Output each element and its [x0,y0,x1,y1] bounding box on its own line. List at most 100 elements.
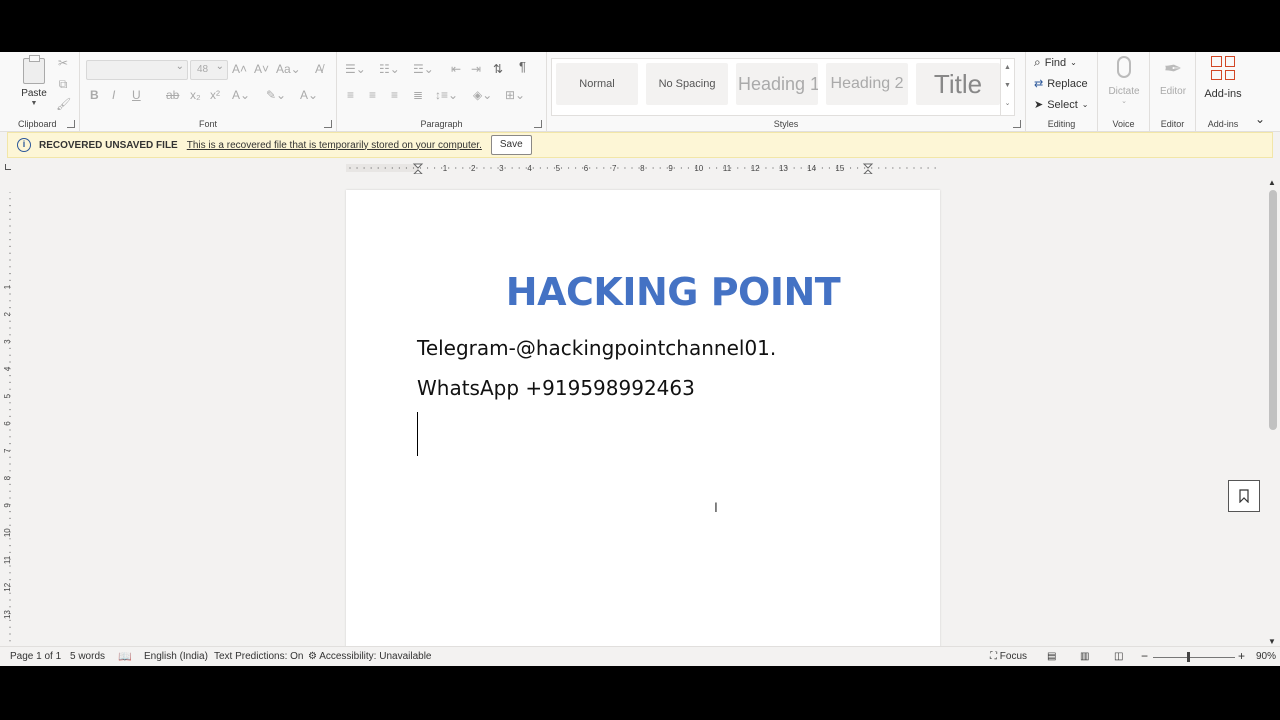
focus-button[interactable]: ⛶ Focus [990,651,1027,662]
bold-icon[interactable]: B [90,88,99,102]
format-painter-icon[interactable]: 🖌 [56,97,71,111]
decrease-indent-icon[interactable]: ⇤ [451,62,461,76]
accessibility-status[interactable]: ⚙ Accessibility: Unavailable [308,651,431,662]
style-normal[interactable]: Normal [556,63,638,105]
ruler-number: 6 [584,164,589,173]
subscript-icon[interactable]: x₂ [190,88,201,102]
cut-icon[interactable]: ✂ [56,56,70,70]
select-button[interactable]: ➤ Select ⌄ [1034,98,1089,112]
document-line-telegram[interactable]: Telegram-@hackingpointchannel01. [417,336,776,360]
tab-selector-icon[interactable] [5,164,11,170]
bookmark-button[interactable] [1228,480,1260,512]
zoom-out-icon[interactable]: − [1141,649,1148,663]
ruler-dot [9,626,11,628]
infobar-message[interactable]: This is a recovered file that is tempora… [187,140,482,151]
borders-icon[interactable]: ⊞⌄ [505,88,525,102]
style-heading-2[interactable]: Heading 2 [826,63,908,105]
line-spacing-icon[interactable]: ↕≡⌄ [435,88,458,102]
align-right-icon[interactable]: ≡ [391,88,398,102]
sort-icon[interactable]: ⇅ [493,62,503,76]
highlight-color-icon[interactable]: ✎⌄ [266,88,286,102]
document-page[interactable]: HACKING POINT Telegram-@hackingpointchan… [346,190,940,666]
ruler-number: 6 [3,421,12,426]
styles-scroll[interactable]: ▲ ▼ ⌄ [1000,59,1014,115]
font-launcher-icon[interactable] [324,120,332,128]
text-predictions[interactable]: Text Predictions: On [214,651,303,662]
ruler-number: 2 [471,164,476,173]
dictate-button[interactable]: Dictate ⌄ [1104,56,1144,105]
ruler-dot [906,167,908,169]
bullets-icon[interactable]: ☰⌄ [345,62,366,76]
clipboard-launcher-icon[interactable] [67,120,75,128]
strikethrough-icon[interactable]: ab [166,88,179,102]
ruler-dot [610,167,612,169]
zoom-in-icon[interactable]: + [1238,649,1245,663]
superscript-icon[interactable]: x² [210,88,220,102]
style-no-spacing[interactable]: No Spacing [646,63,728,105]
word-count[interactable]: 5 words [70,651,105,662]
styles-launcher-icon[interactable] [1013,120,1021,128]
addins-button[interactable]: Add-ins [1200,56,1246,100]
paragraph-launcher-icon[interactable] [534,120,542,128]
change-case-icon[interactable]: Aa⌄ [276,62,301,76]
scroll-up-icon[interactable]: ▲ [1268,178,1276,187]
collapse-ribbon-icon[interactable]: ⌄ [1255,112,1265,126]
language-indicator[interactable]: English (India) [144,651,208,662]
focus-label: Focus [999,651,1028,662]
shrink-font-icon[interactable]: A˅ [254,62,269,76]
chevron-down-icon: ⌄ [1070,58,1077,67]
vertical-ruler[interactable]: 12345678910111213 [3,192,17,642]
justify-icon[interactable]: ≣ [413,88,423,102]
zoom-slider[interactable] [1153,657,1235,658]
underline-icon[interactable]: U [132,88,141,102]
addins-group: Add-ins Add-ins [1196,52,1250,132]
editor-button[interactable]: ✒ Editor [1154,56,1192,97]
clear-formatting-icon[interactable]: A̸ [312,62,326,76]
ruler-dot [462,167,464,169]
style-title[interactable]: Title [916,63,1000,105]
align-left-icon[interactable]: ≡ [347,88,354,102]
style-heading-1[interactable]: Heading 1 [736,63,818,105]
page-count[interactable]: Page 1 of 1 [10,651,61,662]
ruler-number: 1 [443,164,448,173]
italic-icon[interactable]: I [112,88,115,102]
zoom-level[interactable]: 90% [1256,651,1276,662]
copy-icon[interactable]: ⧉ [56,77,70,91]
shading-icon[interactable]: ◈⌄ [473,88,492,102]
find-button[interactable]: ⌕ Find ⌄ [1034,55,1077,70]
zoom-slider-thumb[interactable] [1187,652,1190,662]
multilevel-list-icon[interactable]: ☲⌄ [413,62,434,76]
ruler-dot [737,167,739,169]
font-color-icon[interactable]: A⌄ [300,88,318,102]
font-name-input[interactable] [86,60,188,80]
horizontal-ruler[interactable]: 1 2 3 4 5 6 7 8 9 10 11 12 13 14 15 [346,162,940,174]
vertical-scrollbar[interactable]: ▲ ▼ [1266,178,1280,646]
replace-button[interactable]: ⇄ Replace [1034,77,1088,91]
paste-button[interactable]: Paste ▼ [14,55,56,114]
web-layout-icon[interactable]: ◫ [1114,651,1123,662]
ruler-dot [9,517,11,519]
save-button[interactable]: Save [490,135,532,155]
ruler-dot [9,198,11,200]
ruler-dot [9,375,11,377]
ruler-dot [363,167,365,169]
numbering-icon[interactable]: ☷⌄ [379,62,400,76]
print-layout-icon[interactable]: ▥ [1080,651,1089,662]
proofing-icon[interactable]: 📖 [118,650,132,663]
ruler-dot [9,429,11,431]
text-effects-icon[interactable]: A⌄ [232,88,250,102]
show-formatting-icon[interactable]: ¶ [519,60,526,74]
grow-font-icon[interactable]: A˄ [232,62,247,76]
font-size-input[interactable]: 48 [190,60,228,80]
scroll-thumb[interactable] [1269,190,1277,430]
ruler-dot [701,167,704,169]
right-indent-marker[interactable] [862,163,874,174]
increase-indent-icon[interactable]: ⇥ [471,62,481,76]
document-line-whatsapp[interactable]: WhatsApp +919598992463 [417,376,695,400]
ruler-number: 2 [3,312,12,317]
ruler-dot [9,205,11,207]
read-mode-icon[interactable]: ▤ [1047,651,1056,662]
scroll-down-icon[interactable]: ▼ [1268,637,1276,646]
align-center-icon[interactable]: ≡ [369,88,376,102]
document-heading[interactable]: HACKING POINT [346,270,940,314]
